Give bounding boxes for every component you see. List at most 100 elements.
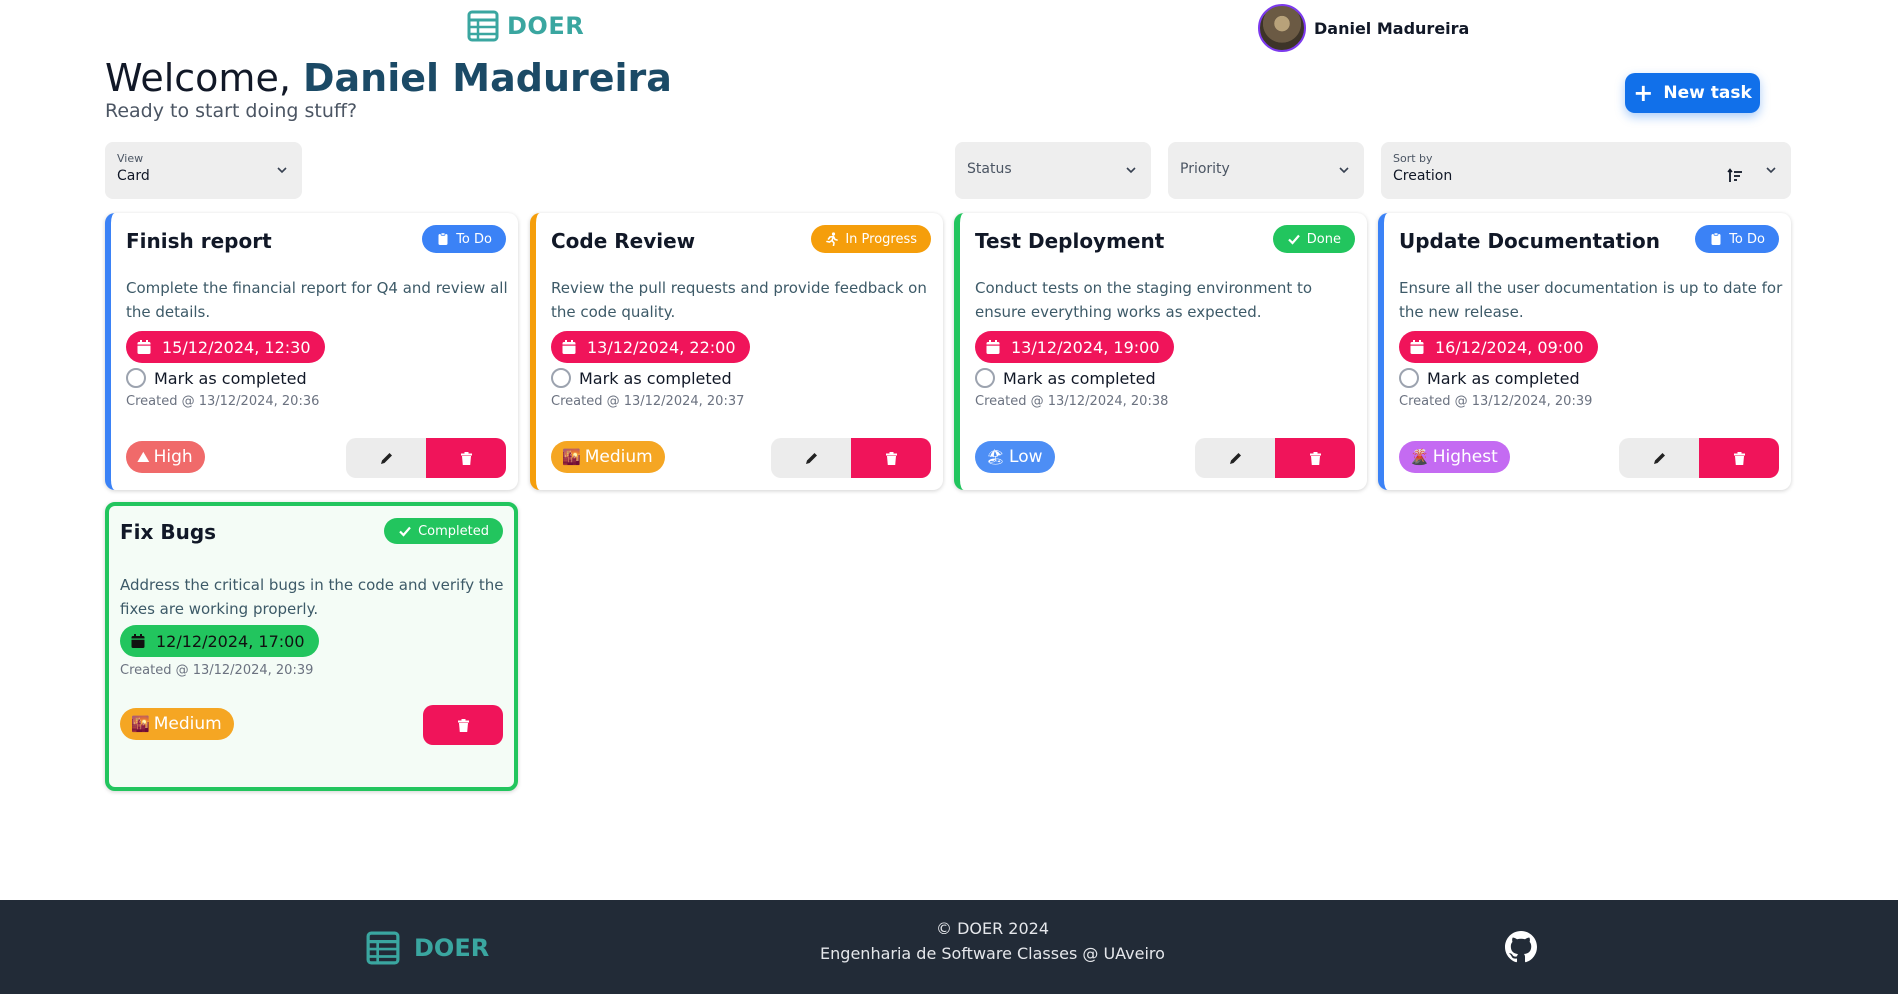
beach-icon: 🏖 bbox=[986, 448, 1006, 466]
view-select[interactable]: View Card bbox=[105, 142, 302, 199]
priority-badge: 🌇 Medium bbox=[120, 708, 234, 740]
pencil-icon bbox=[1229, 452, 1241, 464]
welcome-section: Welcome, Daniel Madureira Ready to start… bbox=[105, 56, 672, 122]
status-select[interactable]: Status bbox=[955, 142, 1151, 199]
view-select-label: View bbox=[117, 152, 144, 165]
edit-button[interactable] bbox=[1619, 438, 1699, 478]
task-actions bbox=[771, 438, 931, 478]
task-title: Update Documentation bbox=[1399, 229, 1660, 253]
brand-logo[interactable]: DOER bbox=[467, 10, 584, 42]
task-card[interactable]: Test Deployment Done Conduct tests on th… bbox=[954, 213, 1367, 490]
avatar[interactable] bbox=[1258, 4, 1306, 52]
chevron-down-icon bbox=[1766, 167, 1776, 174]
new-task-label: New task bbox=[1663, 83, 1752, 103]
priority-label: Highest bbox=[1432, 447, 1498, 467]
priority-label: High bbox=[153, 447, 193, 467]
status-label: In Progress bbox=[845, 231, 917, 247]
table-list-icon bbox=[467, 10, 499, 42]
task-title: Finish report bbox=[126, 229, 272, 253]
mark-completed[interactable]: Mark as completed bbox=[126, 368, 307, 388]
task-description: Ensure all the user documentation is up … bbox=[1399, 279, 1783, 321]
priority-badge: 🌋 Highest bbox=[1399, 441, 1510, 473]
created-timestamp: Created @ 13/12/2024, 20:39 bbox=[120, 663, 314, 678]
mark-completed[interactable]: Mark as completed bbox=[1399, 368, 1580, 388]
due-date-badge: 12/12/2024, 17:00 bbox=[120, 625, 319, 657]
status-badge: Completed bbox=[384, 518, 503, 544]
trash-icon bbox=[1309, 451, 1321, 465]
chevron-down-icon bbox=[1126, 167, 1136, 174]
delete-button[interactable] bbox=[851, 438, 931, 478]
running-person-icon bbox=[826, 232, 839, 246]
trash-icon bbox=[460, 451, 472, 465]
delete-button[interactable] bbox=[1699, 438, 1779, 478]
status-badge: Done bbox=[1272, 225, 1355, 253]
calendar-icon bbox=[1410, 340, 1424, 354]
chevron-down-icon bbox=[1339, 167, 1349, 174]
edit-button[interactable] bbox=[346, 438, 426, 478]
mark-completed[interactable]: Mark as completed bbox=[551, 368, 732, 388]
task-description: Address the critical bugs in the code an… bbox=[120, 576, 504, 618]
trash-icon bbox=[885, 451, 897, 465]
sort-select[interactable]: Sort by Creation bbox=[1381, 142, 1791, 199]
task-title: Fix Bugs bbox=[120, 520, 217, 544]
created-timestamp: Created @ 13/12/2024, 20:38 bbox=[975, 394, 1169, 409]
new-task-button[interactable]: + New task bbox=[1625, 73, 1760, 113]
pencil-icon bbox=[380, 452, 392, 464]
due-date: 15/12/2024, 12:30 bbox=[162, 337, 311, 357]
mark-completed-checkbox[interactable] bbox=[551, 368, 571, 388]
sunset-icon: 🌇 bbox=[131, 715, 150, 733]
delete-button[interactable] bbox=[426, 438, 506, 478]
task-actions bbox=[1619, 438, 1779, 478]
welcome-subtitle: Ready to start doing stuff? bbox=[105, 100, 358, 122]
user-menu[interactable]: Daniel Madureira bbox=[1258, 4, 1469, 52]
priority-badge: ⛰ High bbox=[126, 441, 205, 473]
priority-select[interactable]: Priority bbox=[1168, 142, 1364, 199]
edit-button[interactable] bbox=[1195, 438, 1275, 478]
delete-button[interactable] bbox=[423, 705, 503, 745]
welcome-greeting: Welcome, bbox=[105, 56, 291, 100]
task-card[interactable]: Code Review In Progress Review the pull … bbox=[530, 213, 943, 490]
status-badge: To Do bbox=[1695, 225, 1779, 253]
task-title: Test Deployment bbox=[975, 229, 1165, 253]
trash-icon bbox=[1733, 451, 1745, 465]
welcome-name: Daniel Madureira bbox=[303, 56, 672, 100]
mark-completed-checkbox[interactable] bbox=[126, 368, 146, 388]
sort-descending-icon[interactable] bbox=[1727, 168, 1743, 184]
task-description: Complete the financial report for Q4 and… bbox=[126, 279, 508, 321]
edit-button[interactable] bbox=[771, 438, 851, 478]
check-icon bbox=[399, 526, 411, 537]
footer-copyright: © DOER 2024 bbox=[935, 919, 1050, 938]
check-icon bbox=[1288, 234, 1300, 245]
task-actions bbox=[1195, 438, 1355, 478]
task-actions bbox=[423, 705, 503, 745]
mark-completed-label: Mark as completed bbox=[579, 368, 732, 388]
footer-credits: © DOER 2024 Engenharia de Software Class… bbox=[0, 916, 1898, 966]
calendar-icon bbox=[986, 340, 1000, 354]
mark-completed-label: Mark as completed bbox=[1003, 368, 1156, 388]
due-date: 13/12/2024, 22:00 bbox=[587, 337, 736, 357]
mark-completed-checkbox[interactable] bbox=[1399, 368, 1419, 388]
footer-credits-text: Engenharia de Software Classes @ UAveiro bbox=[820, 944, 1165, 963]
due-date: 16/12/2024, 09:00 bbox=[1435, 337, 1584, 357]
calendar-icon bbox=[131, 634, 145, 648]
status-badge: In Progress bbox=[811, 225, 931, 253]
top-header: DOER Daniel Madureira bbox=[0, 0, 1898, 56]
priority-label: Medium bbox=[153, 714, 222, 734]
task-card[interactable]: Update Documentation To Do Ensure all th… bbox=[1378, 213, 1791, 490]
priority-label: Low bbox=[1009, 447, 1043, 467]
volcano-icon: 🌋 bbox=[1410, 448, 1429, 466]
created-timestamp: Created @ 13/12/2024, 20:39 bbox=[1399, 394, 1593, 409]
due-date-badge: 15/12/2024, 12:30 bbox=[126, 331, 325, 363]
task-card[interactable]: Finish report To Do Complete the financi… bbox=[105, 213, 518, 490]
mark-completed-checkbox[interactable] bbox=[975, 368, 995, 388]
status-label: To Do bbox=[456, 231, 492, 247]
github-icon[interactable] bbox=[1505, 931, 1537, 963]
delete-button[interactable] bbox=[1275, 438, 1355, 478]
status-label: Done bbox=[1306, 231, 1341, 247]
mark-completed[interactable]: Mark as completed bbox=[975, 368, 1156, 388]
due-date: 12/12/2024, 17:00 bbox=[156, 631, 305, 651]
sort-select-label: Sort by bbox=[1393, 152, 1433, 165]
task-title: Code Review bbox=[551, 229, 696, 253]
task-card[interactable]: Fix Bugs Completed Address the critical … bbox=[105, 502, 518, 791]
status-label: Completed bbox=[418, 523, 489, 539]
